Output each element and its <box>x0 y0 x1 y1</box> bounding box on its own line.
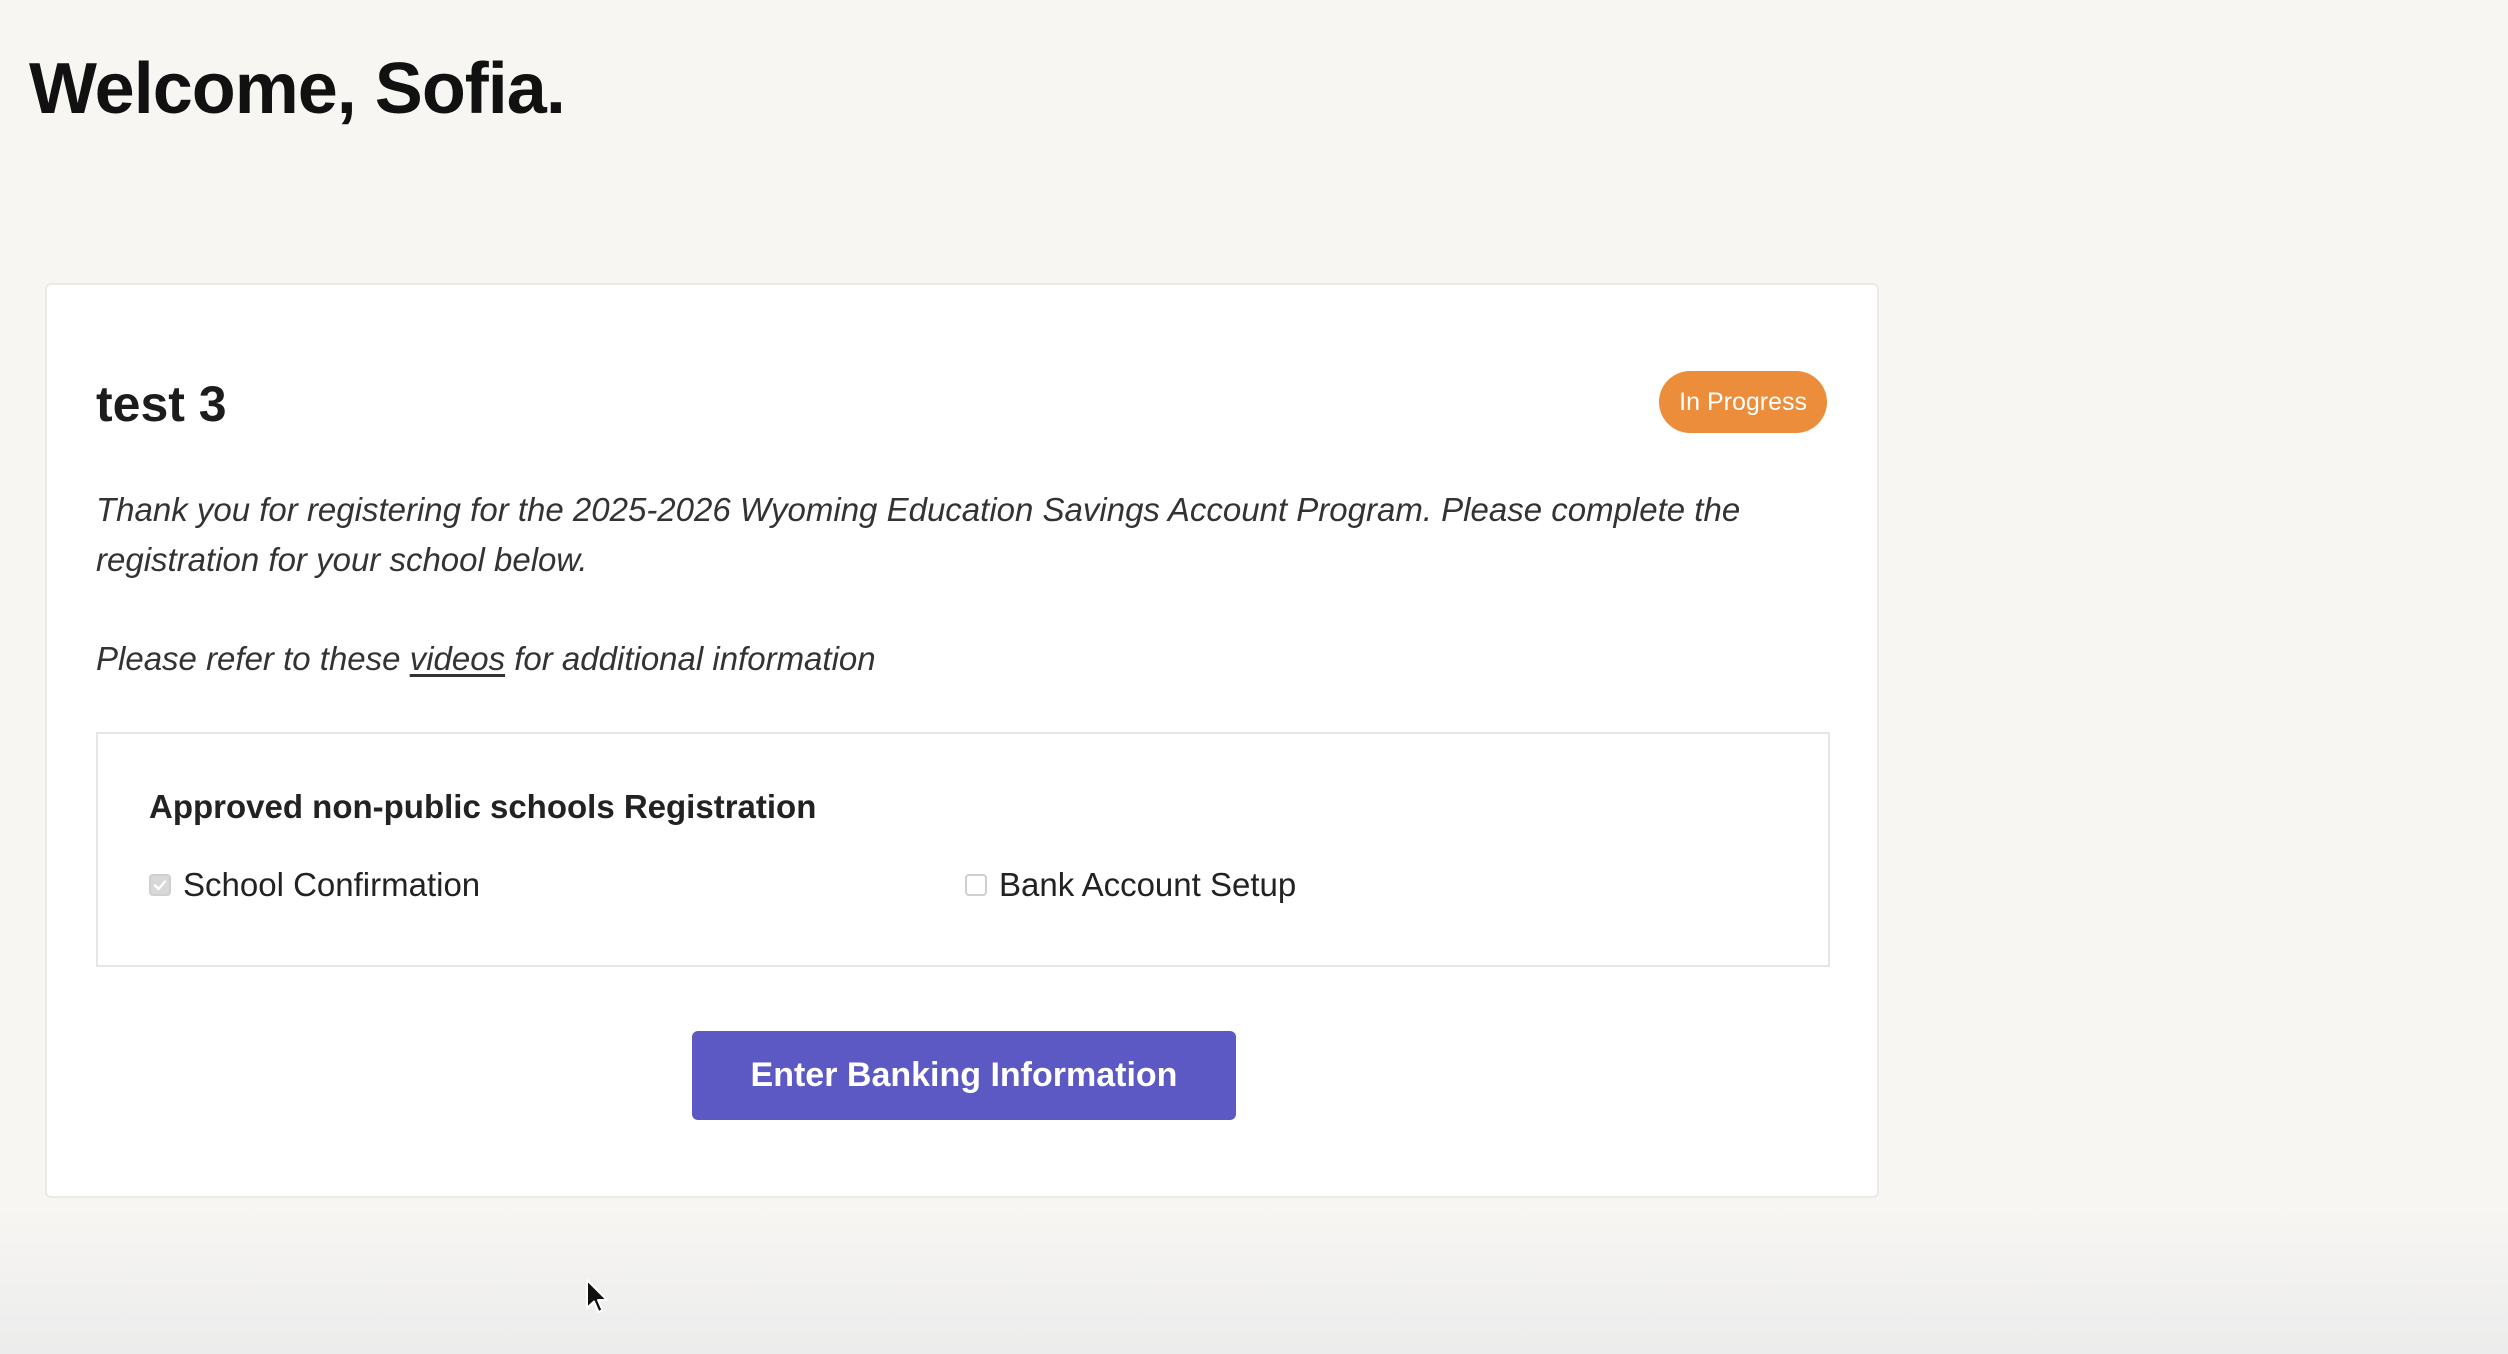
bottom-fade <box>0 1204 2508 1354</box>
videos-link[interactable]: videos <box>410 640 505 677</box>
card-title: test 3 <box>96 376 227 432</box>
school-confirmation-label: School Confirmation <box>183 866 481 903</box>
bank-account-setup-checkbox[interactable] <box>965 874 987 896</box>
panel-heading: Approved non-public schools Registration <box>149 788 817 825</box>
checklist-item-school-confirmation: School Confirmation <box>149 866 480 904</box>
bank-account-setup-label: Bank Account Setup <box>999 866 1297 903</box>
refer-prefix: Please refer to these <box>96 640 410 677</box>
check-icon <box>153 880 167 891</box>
intro-text: Thank you for registering for the 2025-2… <box>96 491 1741 578</box>
refer-suffix: for additional information <box>505 640 876 677</box>
school-confirmation-checkbox[interactable] <box>149 874 171 896</box>
status-badge: In Progress <box>1659 371 1827 433</box>
registration-panel: Approved non-public schools Registration… <box>96 732 1830 967</box>
mouse-pointer-icon <box>586 1279 608 1313</box>
refer-text: Please refer to these videos for additio… <box>96 634 876 684</box>
page-title: Welcome, Sofia. <box>29 49 566 129</box>
checklist-item-bank-account-setup: Bank Account Setup <box>965 866 1296 904</box>
enter-banking-information-button[interactable]: Enter Banking Information <box>692 1031 1236 1120</box>
registration-card: test 3 In Progress Thank you for registe… <box>45 283 1879 1198</box>
